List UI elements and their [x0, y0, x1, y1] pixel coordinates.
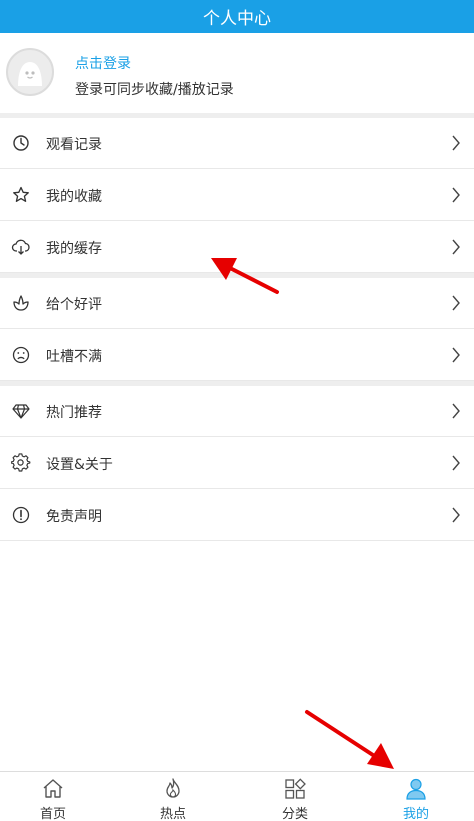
chevron-right-icon — [452, 187, 460, 203]
exclamation-icon — [12, 506, 30, 524]
user-icon — [406, 778, 426, 800]
login-link[interactable]: 点击登录 — [75, 53, 131, 73]
tab-label: 分类 — [281, 807, 308, 821]
chevron-right-icon — [452, 347, 460, 363]
menu-item-rate-app[interactable]: 给个好评 — [0, 278, 474, 329]
chevron-right-icon — [452, 455, 460, 471]
chevron-right-icon — [452, 507, 460, 523]
page-header: 个人中心 — [0, 0, 474, 33]
menu-item-label: 吐槽不满 — [46, 349, 102, 365]
tab-mine[interactable]: 我的 — [357, 772, 474, 821]
menu-item-feedback[interactable]: 吐槽不满 — [0, 330, 474, 381]
menu-item-label: 给个好评 — [46, 297, 102, 313]
menu-item-watch-history[interactable]: 观看记录 — [0, 118, 474, 169]
chevron-right-icon — [452, 295, 460, 311]
gear-icon — [11, 453, 31, 472]
menu-item-disclaimer[interactable]: 免责声明 — [0, 490, 474, 541]
menu-item-label: 我的缓存 — [46, 241, 102, 257]
menu-item-label: 观看记录 — [46, 137, 102, 153]
tab-label: 首页 — [39, 807, 66, 821]
menu-item-label: 免责声明 — [46, 509, 102, 525]
page-title: 个人中心 — [203, 9, 271, 29]
login-subtitle: 登录可同步收藏/播放记录 — [75, 82, 234, 98]
chevron-right-icon — [452, 239, 460, 255]
menu-item-settings-about[interactable]: 设置&关于 — [0, 438, 474, 489]
menu-item-recommended[interactable]: 热门推荐 — [0, 386, 474, 437]
tab-category[interactable]: 分类 — [236, 772, 354, 821]
tab-label: 我的 — [402, 807, 429, 821]
menu-item-label: 热门推荐 — [46, 405, 102, 421]
star-icon — [13, 186, 29, 202]
annotation-arrow — [305, 710, 394, 769]
flower-icon — [13, 295, 29, 311]
tab-home[interactable]: 首页 — [0, 772, 112, 821]
flame-icon — [166, 778, 180, 798]
menu-item-label: 设置&关于 — [46, 457, 113, 473]
home-icon — [43, 779, 63, 798]
cloud-download-icon — [11, 239, 30, 255]
sad-face-icon — [12, 346, 30, 364]
diamond-icon — [12, 404, 30, 419]
default-avatar-icon — [8, 50, 52, 94]
avatar[interactable] — [6, 48, 54, 96]
menu-item-label: 我的收藏 — [46, 189, 102, 205]
app-screen: 个人中心 点击登录 登录可同步收藏/播放记录 观看记录 我的收藏 我的缓存 给个… — [0, 0, 474, 821]
profile-section[interactable]: 点击登录 登录可同步收藏/播放记录 — [0, 33, 474, 113]
clock-icon — [13, 135, 29, 151]
menu-item-favorites[interactable]: 我的收藏 — [0, 170, 474, 221]
bottom-tab-bar: 首页 热点 分类 我的 — [0, 771, 474, 821]
chevron-right-icon — [452, 403, 460, 419]
category-icon — [285, 778, 306, 799]
menu-item-downloads[interactable]: 我的缓存 — [0, 222, 474, 273]
tab-hot[interactable]: 热点 — [114, 772, 232, 821]
chevron-right-icon — [452, 135, 460, 151]
tab-label: 热点 — [159, 807, 186, 821]
